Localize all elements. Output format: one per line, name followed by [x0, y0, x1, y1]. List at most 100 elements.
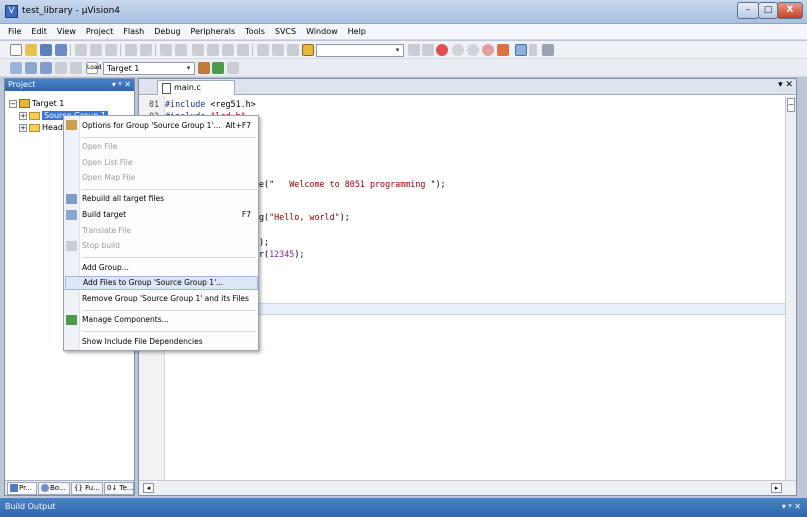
close-button[interactable]: X [777, 2, 803, 19]
target-options-icon[interactable] [198, 62, 210, 74]
menu-window[interactable]: Window [306, 27, 338, 36]
undo-icon[interactable] [125, 44, 137, 56]
scroll-up-icon[interactable]: − [787, 98, 795, 112]
build-icon [66, 210, 77, 220]
build-icon[interactable] [25, 62, 37, 74]
configure-icon[interactable] [497, 44, 509, 56]
menu-manage-components[interactable]: Manage Components... [81, 313, 257, 327]
navigate-back-icon[interactable] [160, 44, 172, 56]
menu-stop-build[interactable]: Stop build [81, 239, 257, 253]
menu-remove-group[interactable]: Remove Group 'Source Group 1' and its Fi… [81, 292, 257, 306]
navigate-forward-icon[interactable] [175, 44, 187, 56]
horizontal-scrollbar[interactable]: ◂ ▸ [139, 480, 796, 495]
target-icon [19, 99, 30, 108]
cut-icon[interactable] [75, 44, 87, 56]
editor-close-controls[interactable]: ▾ ✕ [778, 80, 793, 90]
folder-icon [29, 111, 40, 120]
incremental-find-icon[interactable] [422, 44, 434, 56]
menu-build-target[interactable]: Build target F7 [81, 208, 257, 222]
rebuild-icon [66, 194, 77, 204]
manage-components-icon[interactable] [212, 62, 224, 74]
menu-add-group[interactable]: Add Group... [81, 261, 257, 275]
menu-tools[interactable]: Tools [245, 27, 265, 36]
manage-components-icon [66, 315, 77, 325]
menu-view[interactable]: View [57, 27, 76, 36]
save-icon[interactable] [40, 44, 52, 56]
expand-icon[interactable]: + [19, 123, 27, 132]
menu-flash[interactable]: Flash [123, 27, 144, 36]
open-folder-icon[interactable] [25, 44, 37, 56]
menu-add-files-to-group[interactable]: Add Files to Group 'Source Group 1'... [65, 276, 258, 290]
rebuild-icon[interactable] [40, 62, 52, 74]
save-all-icon[interactable] [55, 44, 67, 56]
load-icon[interactable]: Load [86, 62, 101, 74]
tree-target-label: Target 1 [32, 99, 65, 108]
tree-target-1[interactable]: − Target 1 [9, 98, 64, 109]
find-icon[interactable] [408, 44, 420, 56]
books-tab-icon [41, 484, 49, 492]
tab-main-c[interactable]: main.c [157, 80, 235, 95]
project-panel-controls[interactable]: ▾ ᵠ ✕ [112, 79, 131, 91]
kill-breakpoints-icon[interactable] [482, 44, 494, 56]
copy-icon[interactable] [90, 44, 102, 56]
scroll-left-icon[interactable]: ◂ [143, 483, 154, 493]
find-in-files-icon[interactable] [302, 44, 314, 56]
stop-build-icon[interactable] [70, 62, 82, 74]
menu-file[interactable]: File [8, 27, 21, 36]
paste-icon[interactable] [105, 44, 117, 56]
menu-bar: File Edit View Project Flash Debug Perip… [0, 24, 807, 40]
menu-translate-file[interactable]: Translate File [81, 224, 257, 238]
bookmark-icon[interactable] [192, 44, 204, 56]
menu-show-include-deps[interactable]: Show Include File Dependencies [81, 335, 257, 349]
collapse-icon[interactable]: − [9, 99, 17, 108]
tree-header-group[interactable]: + Head [19, 122, 63, 133]
menu-open-file[interactable]: Open File [81, 140, 257, 154]
menu-debug[interactable]: Debug [154, 27, 180, 36]
menu-project[interactable]: Project [86, 27, 113, 36]
menu-peripherals[interactable]: Peripherals [191, 27, 236, 36]
menu-open-map-file[interactable]: Open Map File [81, 171, 257, 185]
maximize-button[interactable]: □ [758, 2, 778, 19]
debug-session-icon[interactable] [436, 44, 448, 56]
prev-bookmark-icon[interactable] [207, 44, 219, 56]
code-line-lcd-puts-welcome: e(" Welcome to 8051 programming "); [259, 179, 446, 189]
tab-templates[interactable]: 0↓ Te... [104, 482, 134, 495]
scroll-right-icon[interactable]: ▸ [771, 483, 782, 493]
tools-icon[interactable] [542, 44, 554, 56]
menu-edit[interactable]: Edit [31, 27, 47, 36]
translate-icon[interactable] [10, 62, 22, 74]
tab-books[interactable]: Bo... [38, 482, 70, 495]
window-layout-icon[interactable] [515, 44, 527, 56]
menu-options-for-group[interactable]: Options for Group 'Source Group 1'... Alt… [81, 119, 257, 133]
tab-project[interactable]: Pr... [7, 482, 37, 495]
tree-group-label: Head [42, 123, 63, 132]
batch-build-icon[interactable] [55, 62, 67, 74]
redo-icon[interactable] [140, 44, 152, 56]
editor-tab-bar: main.c ▾ ✕ [139, 79, 796, 95]
find-combo[interactable]: ▾ [316, 44, 404, 57]
menu-svcs[interactable]: SVCS [275, 27, 296, 36]
next-bookmark-icon[interactable] [222, 44, 234, 56]
comment-icon[interactable] [287, 44, 299, 56]
indent-icon[interactable] [257, 44, 269, 56]
project-panel-tabs: Pr... Bo... {} Fu... 0↓ Te... [5, 480, 134, 495]
clear-bookmarks-icon[interactable] [237, 44, 249, 56]
target-select[interactable]: Target 1 ▾ [103, 62, 195, 75]
vertical-scrollbar[interactable]: − [785, 96, 796, 481]
menu-help[interactable]: Help [348, 27, 366, 36]
window-title: test_library - µVision4 [22, 6, 121, 16]
build-output-controls[interactable]: ▾ ᵠ ✕ [782, 498, 801, 515]
layout-dropdown-icon[interactable] [529, 44, 537, 56]
breakpoint-icon[interactable] [452, 44, 464, 56]
unindent-icon[interactable] [272, 44, 284, 56]
uvision-app-icon[interactable]: V [5, 5, 18, 18]
project-panel-title: Project [8, 80, 36, 89]
menu-rebuild-all[interactable]: Rebuild all target files [81, 192, 257, 206]
file-extensions-icon[interactable] [227, 62, 239, 74]
tab-functions[interactable]: {} Fu... [71, 482, 103, 495]
disable-breakpoint-icon[interactable] [467, 44, 479, 56]
minimize-button[interactable]: – [737, 2, 759, 19]
menu-open-list-file[interactable]: Open List File [81, 156, 257, 170]
expand-icon[interactable]: + [19, 111, 27, 120]
new-file-icon[interactable] [10, 44, 22, 56]
